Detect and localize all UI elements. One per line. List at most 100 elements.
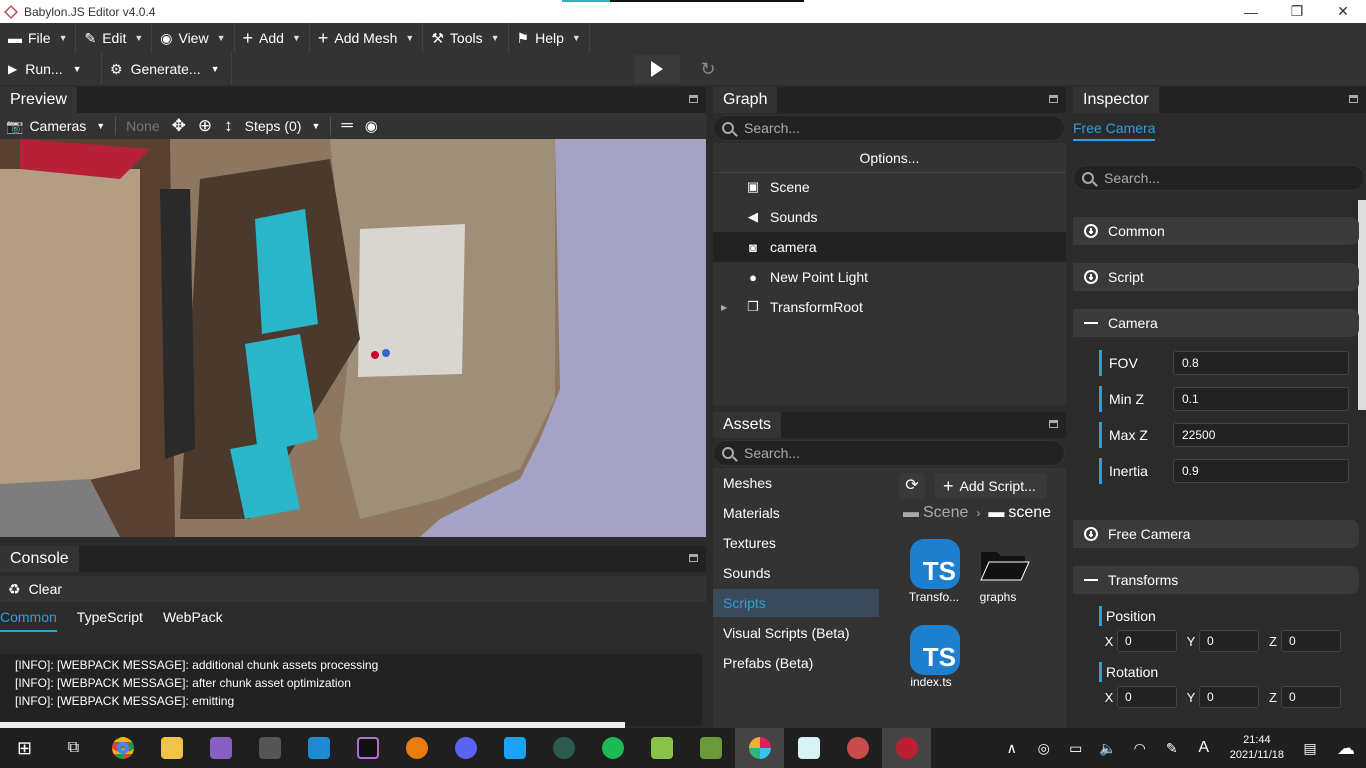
discord-app[interactable] xyxy=(441,728,490,768)
chrome-app[interactable] xyxy=(98,728,147,768)
asset-category-materials[interactable]: Materials xyxy=(713,499,879,527)
position-y-input[interactable]: 0 xyxy=(1199,630,1259,652)
refresh-button[interactable]: ⟳ xyxy=(899,473,925,499)
rotation-y-input[interactable]: 0 xyxy=(1199,686,1259,708)
min-z-input[interactable]: 0.1 xyxy=(1173,387,1349,411)
menu-view[interactable]: ◉ View ▼ xyxy=(152,23,235,53)
menu-add[interactable]: + Add ▼ xyxy=(235,23,310,53)
pen-icon[interactable]: ✎ xyxy=(1156,740,1188,757)
game-app[interactable] xyxy=(245,728,294,768)
inspector-scrollbar[interactable] xyxy=(1358,200,1366,410)
graph-tab[interactable]: Graph xyxy=(713,87,778,113)
folder-icon[interactable] xyxy=(979,548,1031,585)
app-icon-3[interactable] xyxy=(833,728,882,768)
position-z-input[interactable]: 0 xyxy=(1281,630,1341,652)
volume-icon[interactable]: 🔈 xyxy=(1092,740,1124,757)
section-transforms[interactable]: Transforms xyxy=(1073,566,1359,594)
asset-category-meshes[interactable]: Meshes xyxy=(713,469,879,497)
position-x-input[interactable]: 0 xyxy=(1117,630,1177,652)
asset-category-prefabs[interactable]: Prefabs (Beta) xyxy=(713,649,879,677)
menu-file[interactable]: ▬ File ▼ xyxy=(0,23,77,53)
tab-webpack[interactable]: WebPack xyxy=(163,604,223,632)
graph-node-transformroot[interactable]: ▶ ❐ TransformRoot xyxy=(713,292,1066,322)
equals-icon[interactable]: ═ xyxy=(335,113,358,139)
minecraft-app[interactable] xyxy=(686,728,735,768)
rotation-x-input[interactable]: 0 xyxy=(1117,686,1177,708)
battery-icon[interactable]: ▭ xyxy=(1060,740,1092,757)
menu-add-mesh[interactable]: + Add Mesh ▼ xyxy=(310,23,424,53)
breadcrumb-current[interactable]: scene xyxy=(1008,504,1051,522)
play-scene-button[interactable] xyxy=(634,55,680,83)
app-icon-2[interactable] xyxy=(784,728,833,768)
minimize-button[interactable]: — xyxy=(1228,4,1274,20)
graph-node-sounds[interactable]: ◀ Sounds xyxy=(713,202,1066,232)
max-z-input[interactable]: 22500 xyxy=(1173,423,1349,447)
vscode-app[interactable] xyxy=(294,728,343,768)
cloud-icon[interactable]: ☁ xyxy=(1326,738,1366,759)
chevron-up-icon[interactable]: ∧ xyxy=(996,740,1028,757)
console-tab[interactable]: Console xyxy=(0,546,79,572)
rotation-z-input[interactable]: 0 xyxy=(1281,686,1341,708)
github-app[interactable] xyxy=(539,728,588,768)
section-camera[interactable]: Camera xyxy=(1073,309,1359,337)
menu-edit[interactable]: ✎ Edit ▼ xyxy=(76,23,153,53)
assets-search-input[interactable]: Search... xyxy=(713,440,1065,466)
none-button[interactable]: None xyxy=(120,113,165,139)
preview-tab[interactable]: Preview xyxy=(0,87,77,113)
babylon-editor-app[interactable] xyxy=(882,728,931,768)
restore-button[interactable]: ❐ xyxy=(1274,3,1320,20)
spotify-app[interactable] xyxy=(588,728,637,768)
file-explorer-app[interactable] xyxy=(147,728,196,768)
menu-tools[interactable]: ⚒ Tools ▼ xyxy=(423,23,509,53)
scene-viewport[interactable] xyxy=(0,139,706,537)
asset-category-sounds[interactable]: Sounds xyxy=(713,559,879,587)
clear-button[interactable]: ♻ Clear xyxy=(0,576,70,602)
blender-app[interactable] xyxy=(392,728,441,768)
steps-dropdown[interactable]: Steps (0) ▼ xyxy=(239,113,327,139)
maximize-icon[interactable] xyxy=(1049,95,1058,103)
add-script-button[interactable]: + Add Script... xyxy=(935,473,1047,499)
scale-gizmo-icon[interactable]: ↕ xyxy=(218,113,239,139)
webcam-icon[interactable]: ◎ xyxy=(1028,740,1060,757)
generate-button[interactable]: ⚙ Generate... ▼ xyxy=(102,53,232,85)
graph-node-point-light[interactable]: ● New Point Light xyxy=(713,262,1066,292)
inspector-tab[interactable]: Inspector xyxy=(1073,87,1159,113)
graph-node-camera[interactable]: ◙ camera xyxy=(713,232,1066,262)
section-free-camera[interactable]: Free Camera xyxy=(1073,520,1359,548)
inertia-input[interactable]: 0.9 xyxy=(1173,459,1349,483)
maximize-icon[interactable] xyxy=(689,95,698,103)
run-button[interactable]: ▶ Run... ▼ xyxy=(0,53,102,85)
chevron-right-icon[interactable]: ▶ xyxy=(721,303,735,312)
start-button[interactable]: ⊞ xyxy=(0,728,49,768)
move-gizmo-icon[interactable]: ✥ xyxy=(166,113,192,139)
assets-tab[interactable]: Assets xyxy=(713,412,782,438)
breadcrumb-scene[interactable]: Scene xyxy=(923,504,968,522)
graph-node-scene[interactable]: ▣ Scene xyxy=(713,172,1066,202)
eye-icon[interactable]: ◉ xyxy=(359,113,384,139)
rotate-gizmo-icon[interactable]: ⊕ xyxy=(192,113,218,139)
section-script[interactable]: Script xyxy=(1073,263,1359,291)
slack-app[interactable] xyxy=(735,728,784,768)
maximize-icon[interactable] xyxy=(1349,95,1358,103)
notification-icon[interactable]: ▤ xyxy=(1294,740,1326,757)
inspector-search-input[interactable]: Search... xyxy=(1073,165,1365,191)
maximize-icon[interactable] xyxy=(1049,420,1058,428)
reload-button[interactable]: ↻ xyxy=(694,55,722,83)
graph-search-input[interactable]: Search... xyxy=(713,115,1065,141)
visual-studio-app[interactable] xyxy=(196,728,245,768)
typescript-file-icon[interactable]: TS xyxy=(910,539,960,589)
tab-free-camera[interactable]: Free Camera xyxy=(1073,120,1156,141)
maximize-icon[interactable] xyxy=(689,554,698,562)
android-app[interactable] xyxy=(637,728,686,768)
tab-typescript[interactable]: TypeScript xyxy=(77,604,143,632)
asset-category-visual-scripts[interactable]: Visual Scripts (Beta) xyxy=(713,619,879,647)
tab-common[interactable]: Common xyxy=(0,604,57,632)
asset-category-scripts[interactable]: Scripts xyxy=(713,589,879,617)
options-button[interactable]: Options... xyxy=(713,143,1066,173)
cameras-dropdown[interactable]: 📷 Cameras ▼ xyxy=(0,113,111,139)
task-view-button[interactable]: ⧉ xyxy=(49,728,98,768)
ime-indicator[interactable]: A xyxy=(1188,739,1220,757)
menu-help[interactable]: ⚑ Help ▼ xyxy=(509,23,590,53)
twitter-app[interactable] xyxy=(490,728,539,768)
section-common[interactable]: Common xyxy=(1073,217,1359,245)
